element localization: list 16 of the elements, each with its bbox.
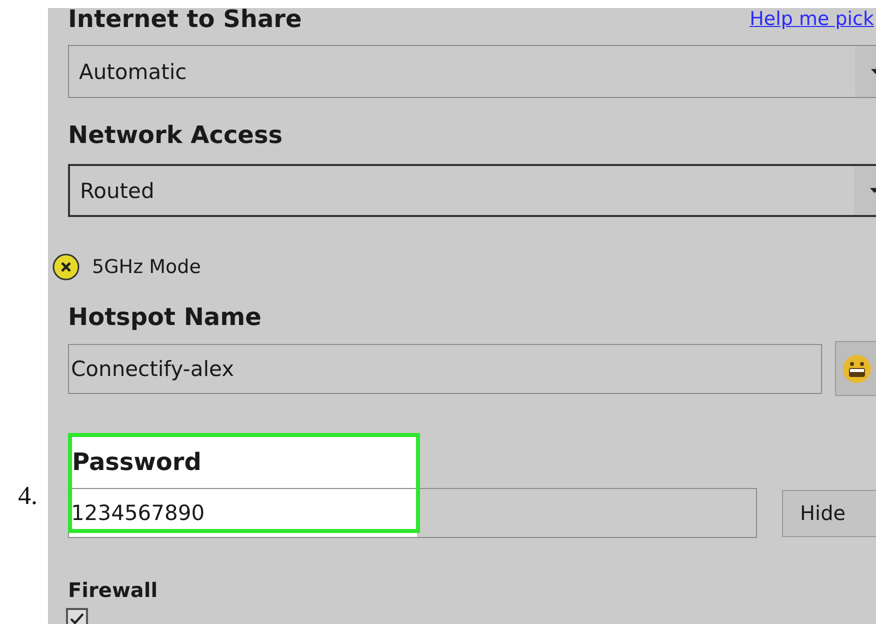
password-field[interactable]: 1234567890 xyxy=(68,488,757,538)
section-heading: Network Access xyxy=(68,120,284,151)
smiley-icon xyxy=(842,354,872,384)
hide-button[interactable]: Hide xyxy=(782,490,876,536)
hotspot-name-field[interactable]: Connectify-alex xyxy=(68,344,822,394)
checkbox[interactable] xyxy=(66,608,88,624)
network-access-dropdown[interactable]: Routed xyxy=(68,164,876,217)
section-heading: Internet to Share xyxy=(68,8,302,32)
step-number: 4. xyxy=(17,480,38,512)
caret-icon xyxy=(870,188,876,193)
section-heading: Firewall xyxy=(68,577,159,604)
internet-dropdown[interactable]: Automatic xyxy=(68,45,876,98)
mode-label: 5GHz Mode xyxy=(92,256,201,278)
section-heading: Password xyxy=(72,447,202,478)
help-link[interactable]: Help me pick xyxy=(750,8,874,30)
section-heading: Hotspot Name xyxy=(68,302,262,333)
